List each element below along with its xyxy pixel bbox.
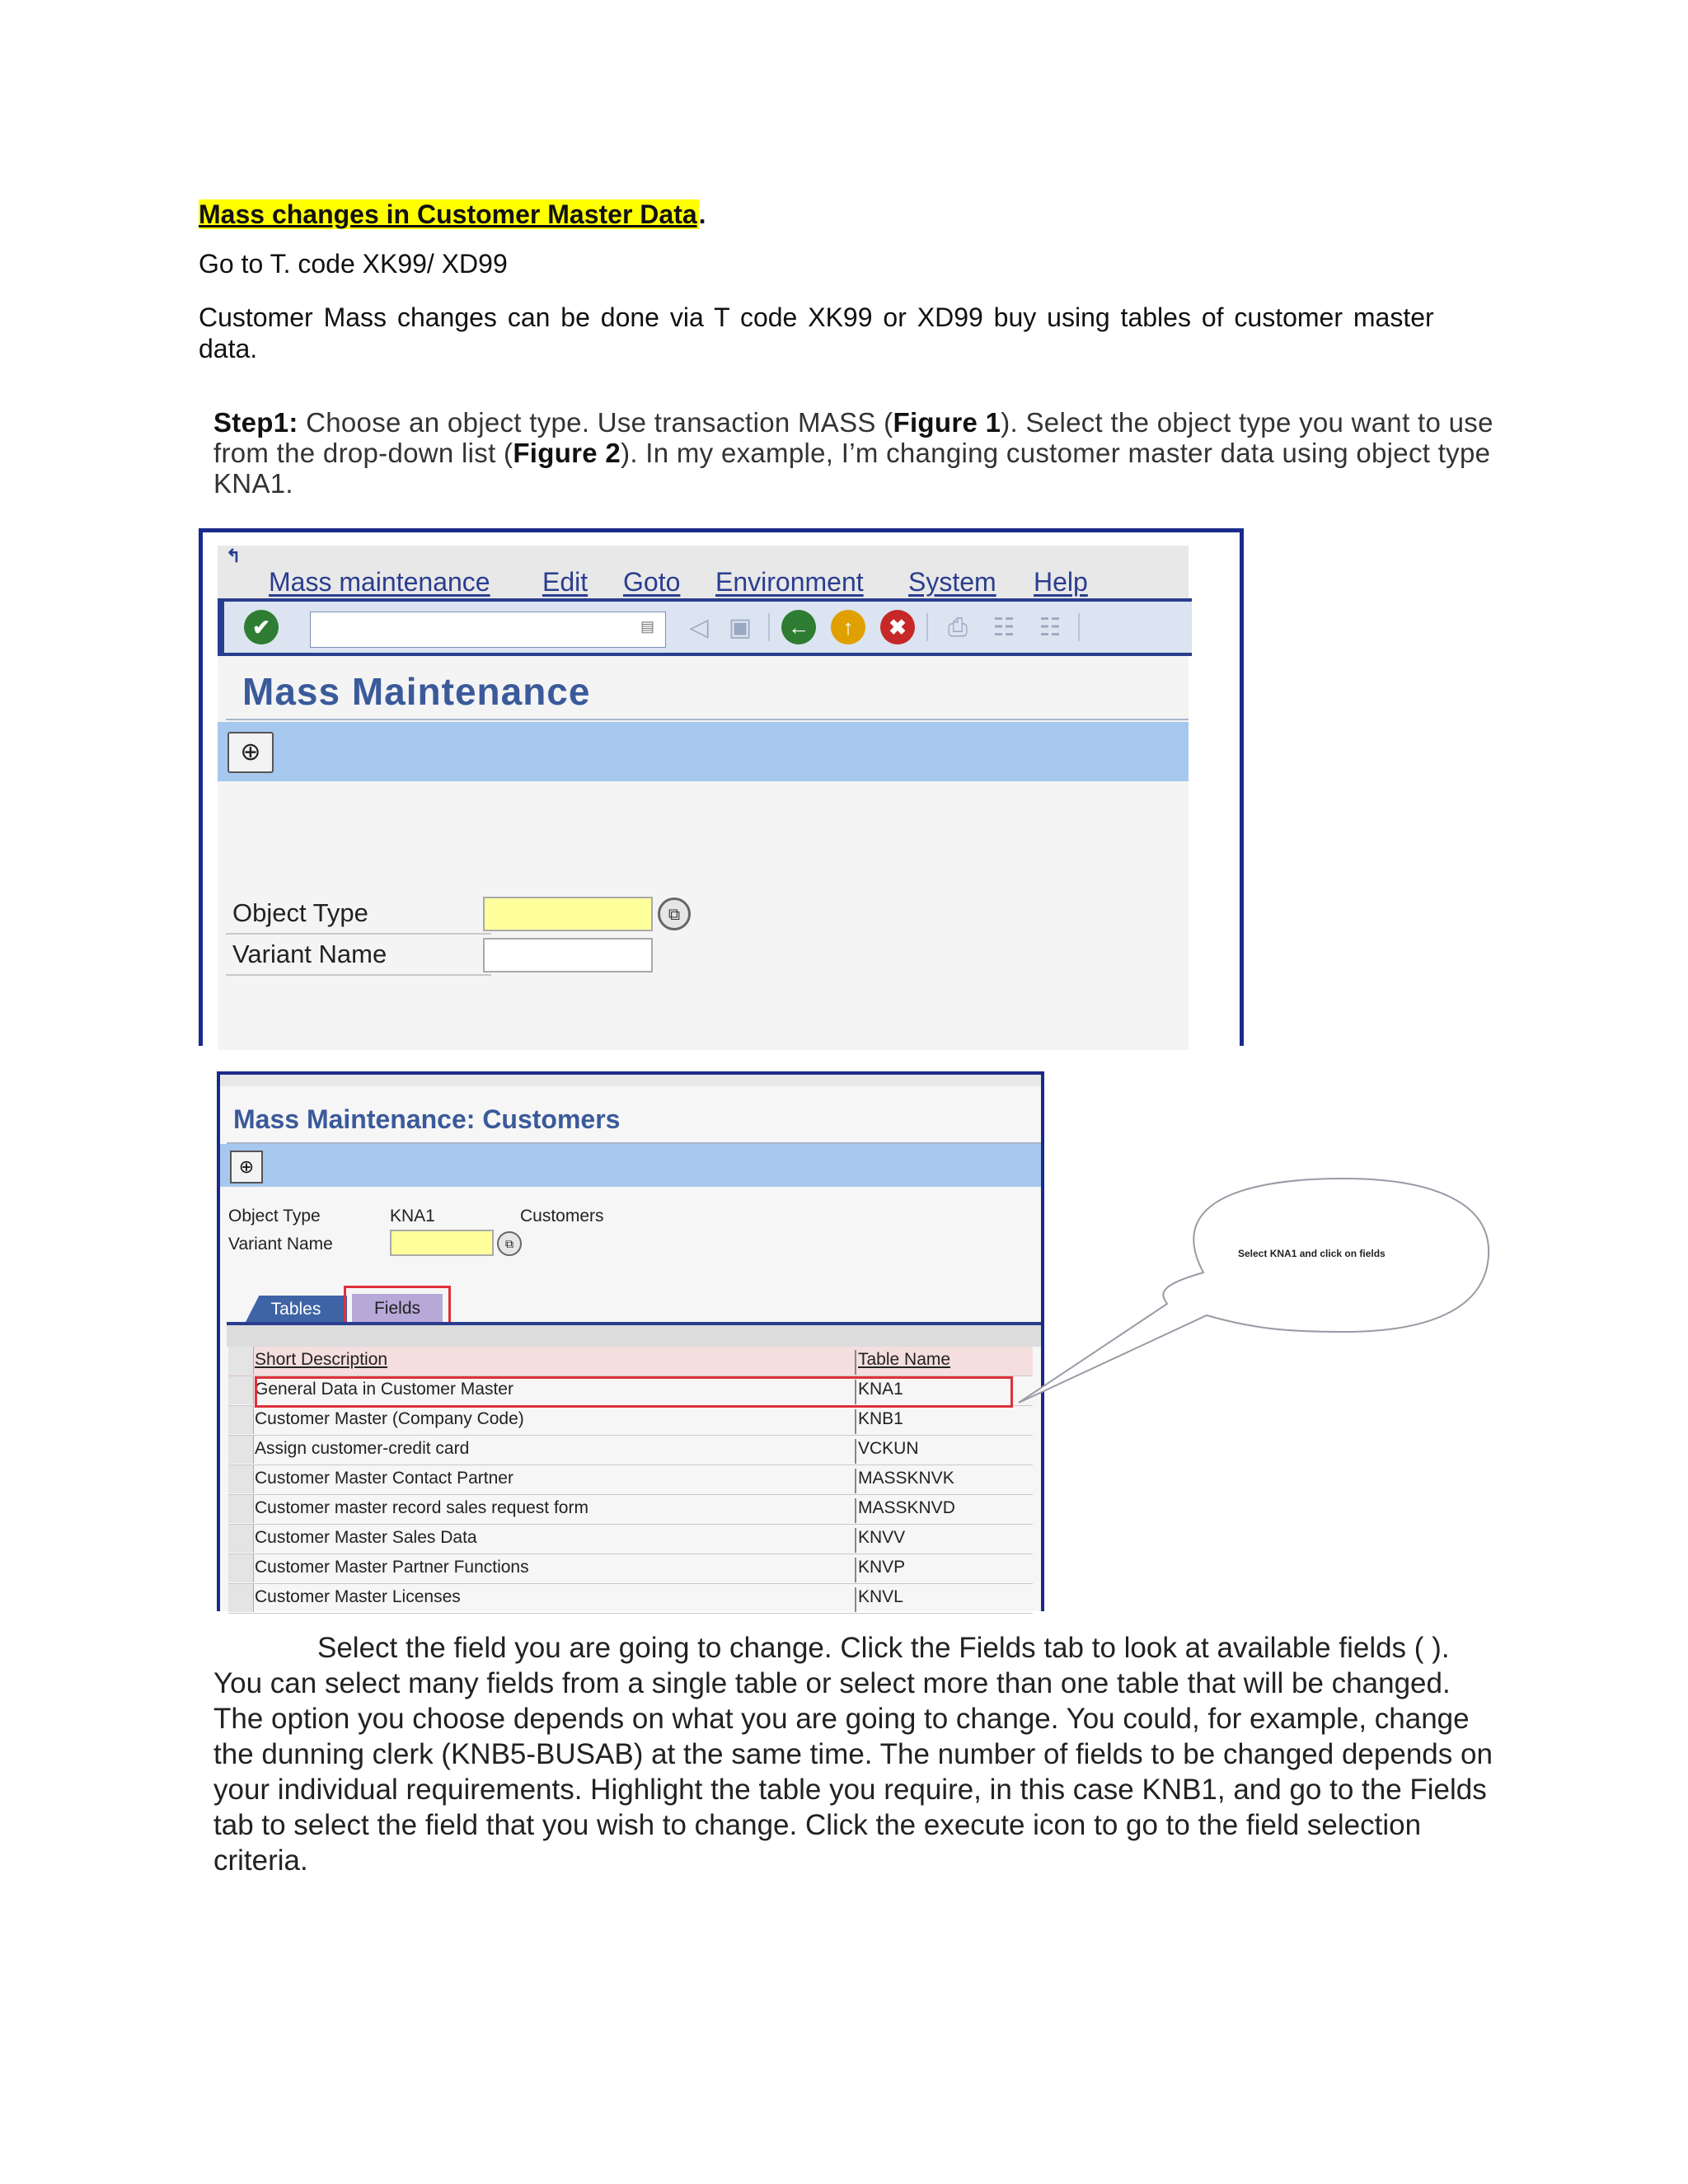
step-text-1: Choose an object type. Use transaction M… [298, 407, 893, 438]
value-help-icon[interactable]: ⧉ [497, 1231, 522, 1256]
row-table-name: VCKUN [855, 1439, 919, 1464]
intro-paragraph: Customer Mass changes can be done via T … [199, 302, 1434, 363]
document-title-highlight: Mass changes in Customer Master Data [199, 199, 699, 229]
execute-icon[interactable]: ⊕ [227, 732, 274, 773]
row-description: Assign customer-credit card [255, 1439, 470, 1458]
document-title: Mass changes in Customer Master Data. [199, 197, 706, 232]
application-toolbar: ⊕ [220, 1144, 1041, 1187]
row-table-name: KNVL [855, 1587, 903, 1612]
sap-window: ↰ Mass maintenance Edit Goto Environment… [218, 546, 1192, 1050]
triangle-left-icon[interactable]: ◁ [682, 612, 715, 644]
menu-environment[interactable]: Environment [715, 567, 864, 598]
callout-shape [1018, 1177, 1490, 1404]
toolbar-separator [1078, 613, 1080, 641]
window-header [220, 1075, 1041, 1086]
row-description: Customer master record sales request for… [255, 1498, 588, 1517]
row-selector[interactable] [228, 1525, 254, 1553]
table-row[interactable]: Customer Master Partner Functions KNVP [228, 1554, 1033, 1584]
save-icon[interactable]: ▣ [724, 612, 757, 644]
row-selector[interactable] [228, 1376, 254, 1404]
column-header-table-name[interactable]: Table Name [855, 1350, 950, 1375]
value-help-icon[interactable]: ⧉ [658, 898, 691, 930]
application-toolbar: ⊕ [218, 722, 1189, 781]
table-row[interactable]: Assign customer-credit card VCKUN [228, 1436, 1033, 1465]
row-selector[interactable] [228, 1406, 254, 1434]
table-toolbar [227, 1325, 1041, 1347]
table-header-row: Short Description Table Name [228, 1347, 1033, 1376]
figure1-ref: Figure 1 [893, 407, 1001, 438]
row-description: Customer Master Partner Functions [255, 1558, 529, 1577]
row-table-name: MASSKNVK [855, 1469, 954, 1493]
row-table-name: KNB1 [855, 1409, 903, 1434]
cancel-icon[interactable]: ✖ [880, 610, 915, 644]
toolbar-background: ✔ ▤ ◁ ▣ ← ↑ ✖ ⎙ ☷ ☷ [224, 602, 1192, 653]
row-description: Customer Master Contact Partner [255, 1469, 513, 1488]
row-selector[interactable] [228, 1465, 254, 1493]
menu-edit[interactable]: Edit [542, 567, 588, 598]
row-description: Customer Master Licenses [255, 1587, 461, 1606]
table-row[interactable]: Customer Master Licenses KNVL [228, 1584, 1033, 1614]
table-row[interactable]: Customer Master Contact Partner MASSKNVK [228, 1465, 1033, 1495]
fields-instructions-paragraph: Select the field you are going to change… [213, 1630, 1499, 1878]
row-table-name: KNVV [855, 1528, 905, 1553]
screen-title: Mass Maintenance [242, 670, 591, 713]
row-selector[interactable] [228, 1436, 254, 1464]
toolbar-separator [768, 613, 770, 641]
object-type-label: Object Type [232, 898, 368, 927]
title-suffix: . [698, 199, 706, 229]
step-label: Step1: [213, 407, 298, 438]
step1-paragraph: Step1: Choose an object type. Use transa… [213, 407, 1499, 499]
menu-mass-maintenance[interactable]: Mass maintenance [269, 567, 490, 598]
standard-toolbar: ✔ ▤ ◁ ▣ ← ↑ ✖ ⎙ ☷ ☷ [218, 598, 1192, 656]
sap-menu-icon[interactable]: ↰ [226, 546, 256, 566]
command-field[interactable] [310, 612, 666, 648]
row-selector[interactable] [228, 1584, 254, 1612]
column-header-short-description[interactable]: Short Description [255, 1350, 387, 1370]
select-all-cell[interactable] [228, 1347, 254, 1375]
menu-system[interactable]: System [908, 567, 996, 598]
mass-maintenance-screenshot: ↰ Mass maintenance Edit Goto Environment… [199, 528, 1244, 1050]
callout-text: Select KNA1 and click on fields [1238, 1248, 1386, 1259]
command-history-icon[interactable]: ▤ [640, 618, 657, 638]
title-rule [226, 719, 1189, 720]
menu-help[interactable]: Help [1034, 567, 1088, 598]
execute-icon[interactable]: ⊕ [230, 1151, 263, 1183]
screen-title: Mass Maintenance: Customers [233, 1104, 621, 1134]
row-selector[interactable] [228, 1495, 254, 1523]
table-row[interactable]: Customer Master (Company Code) KNB1 [228, 1406, 1033, 1436]
object-type-value: KNA1 [390, 1207, 435, 1226]
table-row[interactable]: Customer master record sales request for… [228, 1495, 1033, 1525]
variant-name-input[interactable] [483, 938, 653, 972]
menu-goto[interactable]: Goto [623, 567, 680, 598]
exit-icon[interactable]: ↑ [831, 610, 865, 644]
row-selector[interactable] [228, 1554, 254, 1582]
variant-name-input[interactable] [390, 1230, 494, 1256]
table-row[interactable]: Customer Master Sales Data KNVV [228, 1525, 1033, 1554]
back-icon[interactable]: ← [781, 610, 816, 644]
menu-bar: ↰ Mass maintenance Edit Goto Environment… [218, 546, 1189, 598]
label-rule [226, 933, 491, 935]
label-rule [226, 974, 491, 976]
check-icon[interactable]: ✔ [244, 610, 279, 644]
object-type-description: Customers [520, 1207, 604, 1226]
find-next-icon[interactable]: ☷ [1034, 612, 1067, 644]
tab-tables[interactable]: Tables [245, 1296, 347, 1324]
row-description: Customer Master (Company Code) [255, 1409, 524, 1428]
variant-name-label: Variant Name [228, 1235, 333, 1254]
find-icon[interactable]: ☷ [987, 612, 1020, 644]
row-table-name: KNVP [855, 1558, 905, 1582]
fields-instructions-text: Select the field you are going to change… [213, 1632, 1493, 1877]
print-icon[interactable]: ⎙ [941, 612, 974, 644]
row-table-name: MASSKNVD [855, 1498, 955, 1523]
object-type-input[interactable] [483, 897, 653, 931]
callout-bubble [1018, 1177, 1490, 1404]
kna1-row-highlight-box [255, 1376, 1013, 1408]
mass-maintenance-customers-screenshot: Mass Maintenance: Customers ⊕ Object Typ… [217, 1071, 1044, 1614]
figure2-ref: Figure 2 [513, 438, 621, 468]
object-type-label: Object Type [228, 1207, 321, 1226]
row-description: Customer Master Sales Data [255, 1528, 477, 1547]
tcode-line: Go to T. code XK99/ XD99 [199, 249, 508, 279]
variant-name-label: Variant Name [232, 940, 387, 968]
toolbar-separator [926, 613, 928, 641]
